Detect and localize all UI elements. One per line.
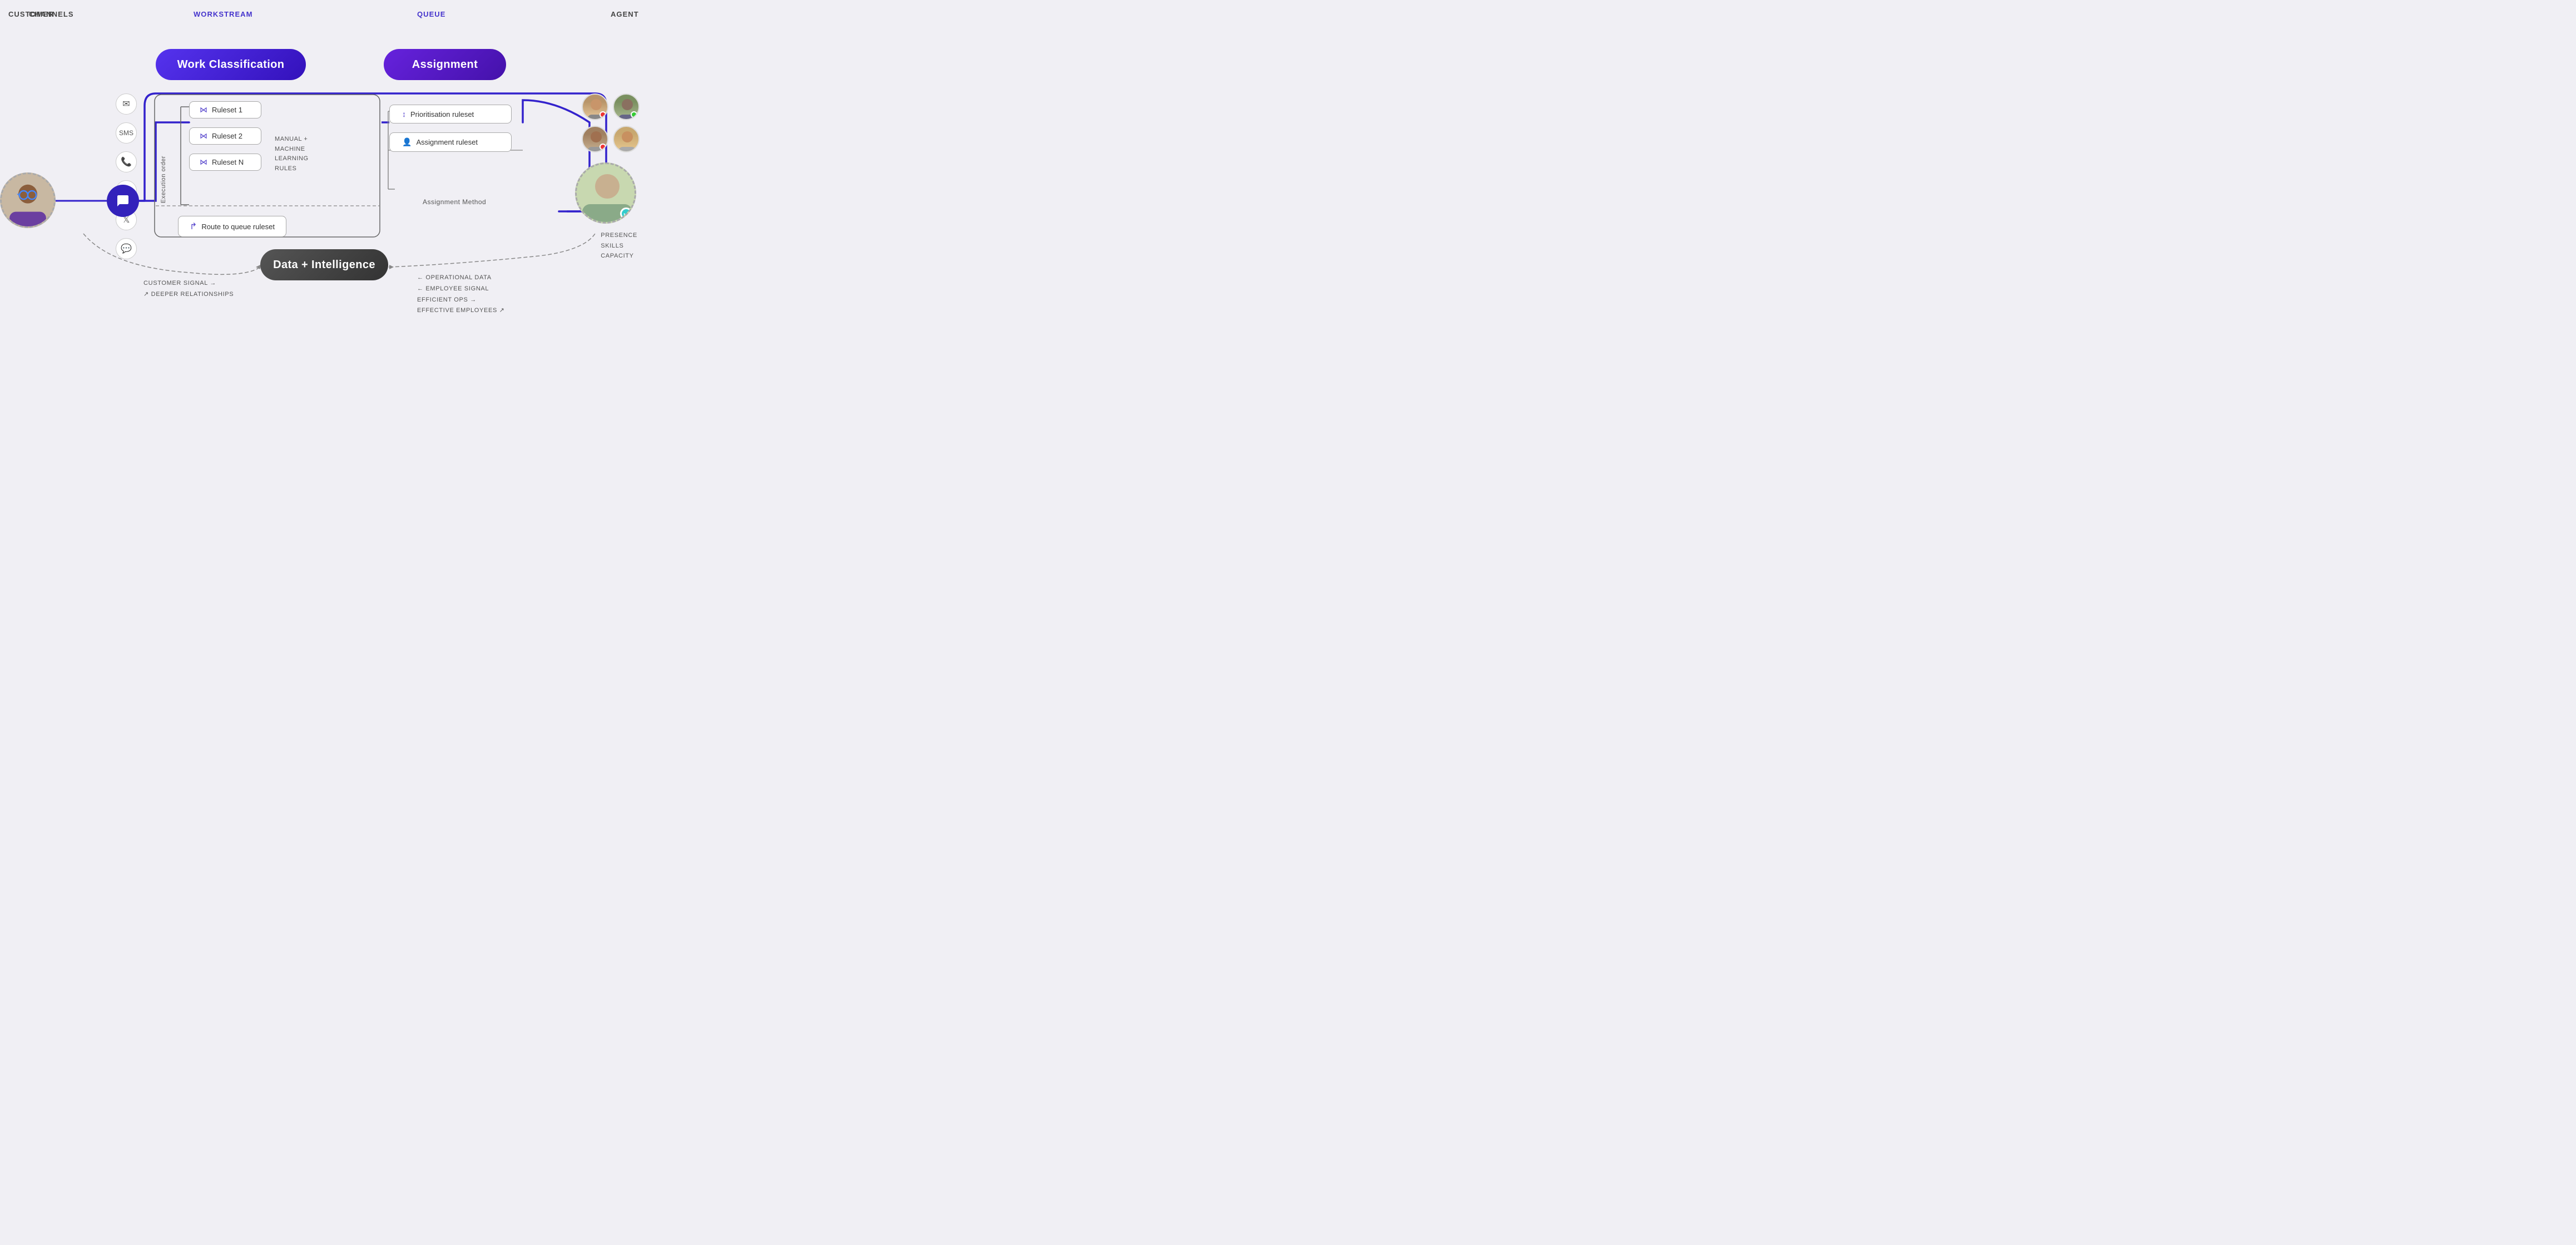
- agent-capability-labels: PRESENCE SKILLS CAPACITY: [601, 230, 637, 261]
- assignment-box: Assignment: [384, 49, 506, 80]
- execution-label: Execution order: [160, 156, 167, 203]
- agent-avatar-2: [613, 93, 640, 120]
- assignment-ruleset-icon: 👤: [402, 137, 412, 147]
- route-icon: ↱: [190, 221, 197, 232]
- ruleset-item-1: ⋈ Ruleset 1: [189, 101, 261, 118]
- agent-avatar-4: [613, 126, 640, 152]
- queue-item-assignment: 👤 Assignment ruleset: [389, 132, 512, 152]
- queue-items: ↕ Prioritisation ruleset 👤 Assignment ru…: [389, 105, 512, 152]
- header-workstream: WORKSTREAM: [194, 10, 252, 18]
- ruleset-items: ⋈ Ruleset 1 ⋈ Ruleset 2 ⋈ Ruleset N: [189, 101, 261, 171]
- email-icon: ✉: [116, 93, 137, 115]
- main-agent-avatar: [575, 162, 636, 224]
- agent-active-badge: [620, 208, 632, 220]
- agent-status-red-1: [600, 111, 606, 118]
- sms-icon: SMS: [116, 122, 137, 144]
- agent-row-1: [582, 93, 640, 120]
- header-agent: AGENT: [611, 10, 639, 18]
- prioritisation-icon: ↕: [402, 110, 406, 118]
- agent-status-red-2: [600, 144, 606, 150]
- agent-row-2: [582, 126, 640, 152]
- ruleset-icon-2: ⋈: [200, 131, 207, 141]
- ruleset-icon-1: ⋈: [200, 105, 207, 115]
- header-queue: QUEUE: [417, 10, 445, 18]
- agent-area: [582, 93, 640, 158]
- queue-item-prioritisation: ↕ Prioritisation ruleset: [389, 105, 512, 123]
- diagram-container: CUSTOMER CHANNELS WORKSTREAM QUEUE AGENT…: [0, 0, 644, 312]
- customer-person-svg: [2, 172, 54, 228]
- messenger-icon: 💬: [116, 238, 137, 259]
- route-to-queue-box: ↱ Route to queue ruleset: [178, 216, 286, 237]
- customer-avatar: [0, 172, 56, 228]
- phone-icon: 📞: [116, 151, 137, 172]
- agent-avatar-1: [582, 93, 608, 120]
- agent-avatar-3: [582, 126, 608, 152]
- assignment-method-label: Assignment Method: [423, 198, 486, 206]
- agent-status-green-1: [631, 111, 637, 118]
- di-labels-right: ← OPERATIONAL DATA ← EMPLOYEE SIGNAL EFF…: [417, 273, 505, 317]
- ruleset-item-n: ⋈ Ruleset N: [189, 154, 261, 171]
- data-intelligence-box: Data + Intelligence: [260, 249, 388, 280]
- chat-icon-circle: [107, 185, 139, 217]
- header-channels: CHANNELS: [29, 10, 74, 18]
- ruleset-item-2: ⋈ Ruleset 2: [189, 127, 261, 145]
- work-classification-box: Work Classification: [156, 49, 306, 80]
- di-labels-left: CUSTOMER SIGNAL → ↗ DEEPER RELATIONSHIPS: [143, 278, 234, 300]
- chat-svg: [115, 193, 131, 209]
- ruleset-icon-n: ⋈: [200, 157, 207, 167]
- channel-icons: ✉ SMS 📞 ⬡ 𝕏 💬: [116, 93, 137, 259]
- ml-rules-text: MANUAL + MACHINE LEARNING RULES: [275, 135, 309, 174]
